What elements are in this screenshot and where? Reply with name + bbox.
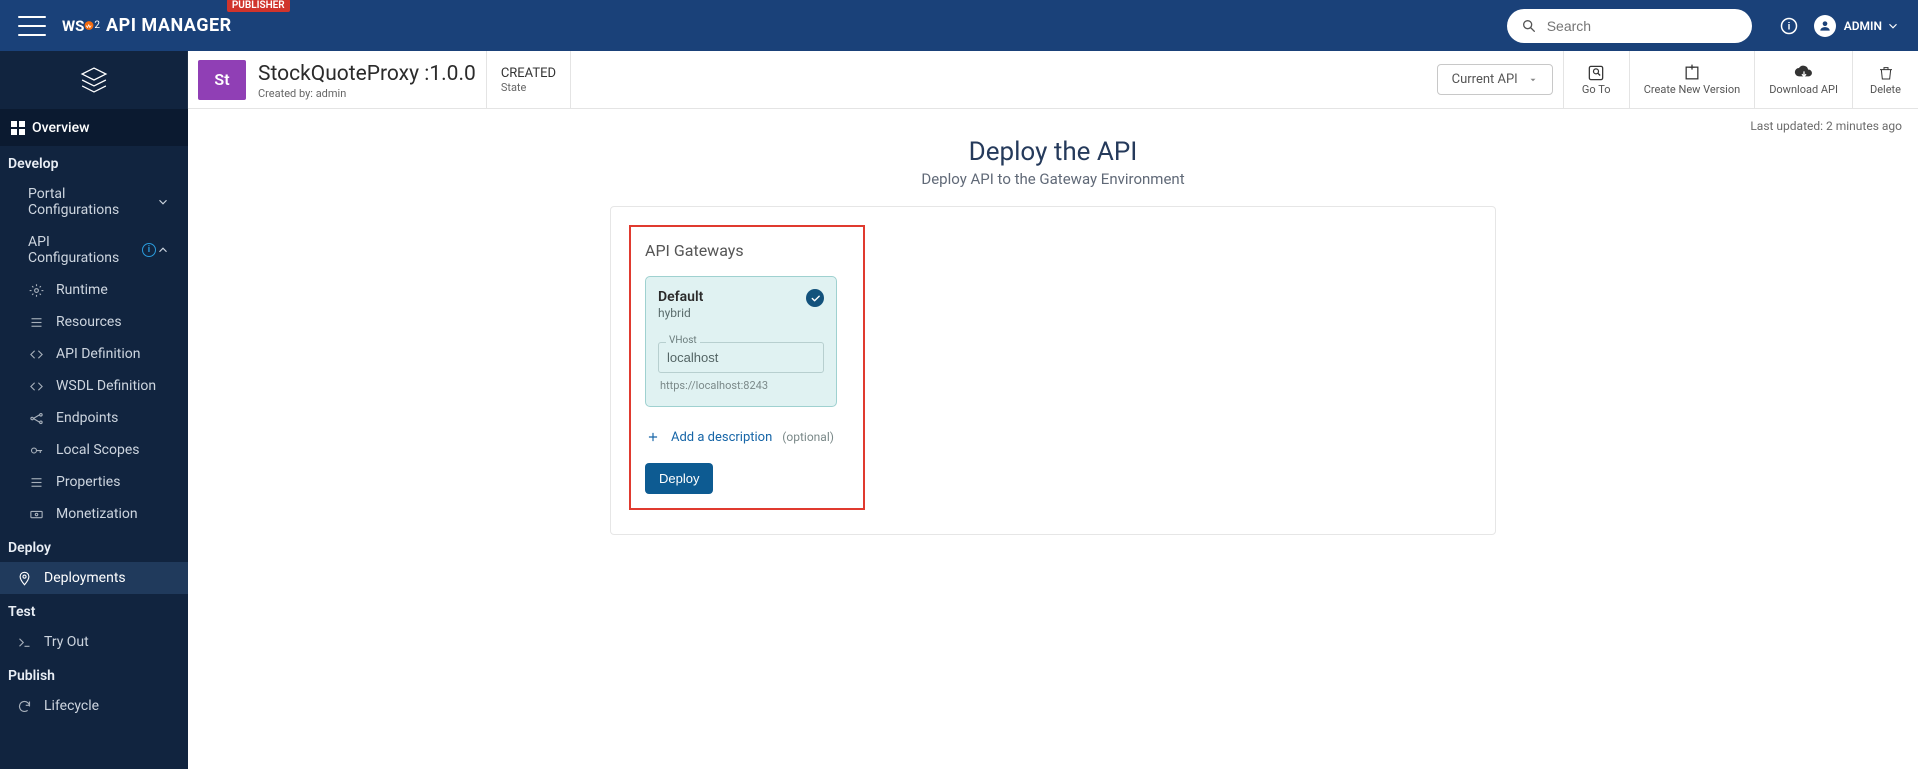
sidebar-item-local-scopes[interactable]: Local Scopes [0,434,188,466]
deploy-button[interactable]: Deploy [645,463,713,494]
trash-icon [1878,63,1894,83]
endpoints-icon [28,410,44,426]
triangle-down-icon [1528,75,1538,85]
sidebar-item-wsdl-definition[interactable]: WSDL Definition [0,370,188,402]
list-icon [28,474,44,490]
code-icon [28,346,44,362]
layers-icon [77,63,111,97]
chevron-down-icon [156,195,170,209]
terminal-icon [16,634,32,650]
section-deploy: Deploy [0,530,188,562]
api-title: StockQuoteProxy :1.0.0 [258,63,476,86]
sidebar-logo[interactable] [0,51,188,109]
sidebar-item-monetization[interactable]: Monetization [0,498,188,530]
user-menu[interactable]: ADMIN [1814,15,1900,37]
search-input[interactable] [1545,17,1738,35]
top-bar: PUBLISHER WS 2 API MANAGER i ADMIN [0,0,1918,51]
brand-logo-icon [84,17,94,34]
brand-title: API MANAGER [106,15,232,36]
add-file-icon [1682,63,1702,83]
vhost-input[interactable] [658,342,824,373]
goto-button[interactable]: Go To [1563,51,1629,108]
cloud-download-icon [1793,63,1815,83]
hamburger-menu-button[interactable] [18,16,46,36]
info-icon[interactable]: i [142,243,156,257]
section-publish: Publish [0,658,188,690]
api-state-value: CREATED [501,66,556,81]
sidebar-api-configurations[interactable]: API Configurations i [0,226,188,274]
section-test: Test [0,594,188,626]
vhost-url: https://localhost:8243 [660,379,822,392]
download-api-button[interactable]: Download API [1754,51,1852,108]
section-develop: Develop [0,146,188,178]
page-subtitle: Deploy API to the Gateway Environment [188,170,1918,188]
create-new-version-button[interactable]: Create New Version [1629,51,1754,108]
plus-icon[interactable] [645,429,661,445]
help-icon[interactable]: i [1774,11,1804,41]
refresh-icon [16,698,32,714]
gear-icon [28,282,44,298]
delete-api-button[interactable]: Delete [1852,51,1918,108]
sidebar-portal-configurations[interactable]: Portal Configurations [0,178,188,226]
api-created-by: Created by: admin [258,87,476,100]
optional-label: (optional) [782,430,834,444]
brand[interactable]: PUBLISHER WS 2 API MANAGER [62,15,232,37]
user-label: ADMIN [1844,19,1882,33]
search-icon [1521,18,1537,34]
highlighted-region: API Gateways Default hybrid [629,225,865,510]
sidebar-item-resources[interactable]: Resources [0,306,188,338]
search-box[interactable] [1507,9,1752,43]
code-icon [28,378,44,394]
sidebar-item-properties[interactable]: Properties [0,466,188,498]
chevron-down-icon [1886,19,1900,33]
avatar-icon [1814,15,1836,37]
sidebar-item-api-definition[interactable]: API Definition [0,338,188,370]
current-api-dropdown[interactable]: Current API [1437,64,1553,95]
sidebar-item-runtime[interactable]: Runtime [0,274,188,306]
sidebar-item-endpoints[interactable]: Endpoints [0,402,188,434]
sidebar-overview[interactable]: Overview [0,109,188,146]
key-icon [28,442,44,458]
svg-text:i: i [1787,21,1790,32]
api-gateways-title: API Gateways [645,241,849,260]
sidebar-item-deployments[interactable]: Deployments [0,562,188,594]
brand-logo: WS 2 [62,15,100,37]
dashboard-icon [10,120,26,136]
api-thumbnail: St [198,60,246,100]
list-icon [28,314,44,330]
gateway-name: Default [658,289,703,305]
money-icon [28,506,44,522]
page-title: Deploy the API [188,137,1918,167]
sidebar-item-try-out[interactable]: Try Out [0,626,188,658]
api-header: St StockQuoteProxy :1.0.0 Created by: ad… [188,51,1918,109]
deploy-card: API Gateways Default hybrid [610,206,1496,535]
gateway-type: hybrid [658,306,703,320]
sidebar-overview-label: Overview [32,120,89,136]
sidebar-item-lifecycle[interactable]: Lifecycle [0,690,188,722]
publisher-badge: PUBLISHER [227,0,290,12]
add-description-link[interactable]: Add a description [671,430,772,445]
location-icon [16,570,32,586]
gateway-card-default[interactable]: Default hybrid VHost https://localhost:8… [645,276,837,407]
vhost-label: VHost [666,335,700,346]
check-circle-icon [806,289,824,307]
content-area: St StockQuoteProxy :1.0.0 Created by: ad… [188,51,1918,769]
goto-icon [1586,63,1606,83]
chevron-up-icon [156,243,170,257]
last-updated-label: Last updated: 2 minutes ago [188,109,1918,133]
sidebar: Overview Develop Portal Configurations A… [0,51,188,769]
api-state-label: State [501,81,556,94]
